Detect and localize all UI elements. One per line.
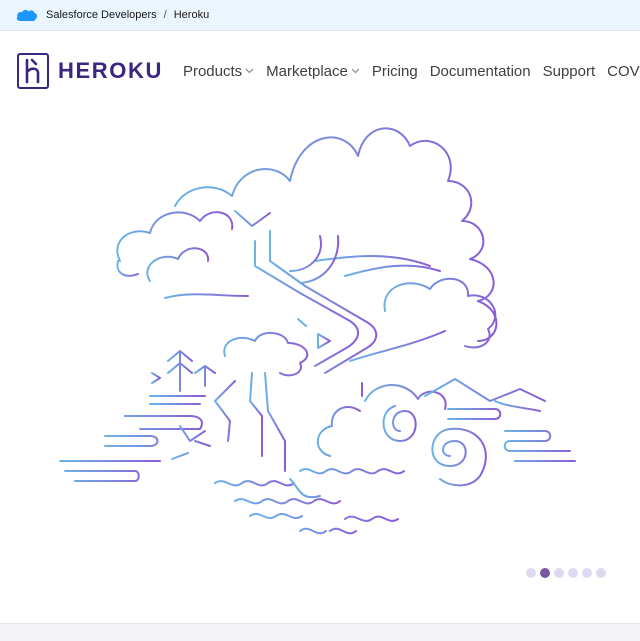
nav-item-products[interactable]: Products bbox=[183, 63, 254, 80]
carousel-dot[interactable] bbox=[554, 568, 564, 578]
breadcrumb-link[interactable]: Salesforce Developers bbox=[46, 9, 157, 21]
carousel-dot[interactable] bbox=[568, 568, 578, 578]
nav-item-documentation[interactable]: Documentation bbox=[430, 63, 531, 80]
breadcrumb-heroku[interactable]: Heroku bbox=[174, 9, 209, 21]
carousel-dot[interactable] bbox=[526, 568, 536, 578]
nav-item-label: COVI bbox=[607, 62, 640, 80]
nav-item-support[interactable]: Support bbox=[543, 63, 596, 80]
nav-item-label: Support bbox=[542, 62, 596, 80]
carousel-dot[interactable] bbox=[582, 568, 592, 578]
carousel-pagination bbox=[526, 568, 610, 578]
nav-item-covid[interactable]: COVI bbox=[607, 63, 640, 80]
nav-item-label: Products bbox=[182, 62, 243, 80]
breadcrumb-link[interactable]: Heroku bbox=[174, 9, 209, 21]
chevron-down-icon bbox=[351, 68, 360, 74]
nav-menu: Products Marketplace Pricing Documentati… bbox=[183, 63, 640, 80]
chevron-down-icon bbox=[245, 68, 254, 74]
nav-item-pricing[interactable]: Pricing bbox=[372, 63, 418, 80]
main-navigation: HEROKU Products Marketplace Pricing Docu… bbox=[0, 31, 640, 111]
nav-item-label: Documentation bbox=[429, 62, 531, 80]
nav-item-label: Marketplace bbox=[266, 62, 348, 80]
carousel-dot[interactable] bbox=[596, 568, 606, 578]
breadcrumb-salesforce-developers[interactable]: Salesforce Developers bbox=[46, 9, 157, 21]
heroku-h-icon bbox=[17, 53, 49, 89]
carousel-dot[interactable] bbox=[540, 568, 550, 578]
logo-text: HEROKU bbox=[58, 58, 163, 83]
page-footer-strip bbox=[0, 623, 640, 641]
hero-tree-illustration bbox=[29, 127, 601, 535]
salesforce-developers-bar: Salesforce Developers / Heroku bbox=[0, 0, 640, 31]
breadcrumb-separator: / bbox=[163, 9, 167, 21]
heroku-logo[interactable]: HEROKU bbox=[17, 53, 163, 89]
nav-item-label: Pricing bbox=[371, 62, 418, 80]
nav-item-marketplace[interactable]: Marketplace bbox=[266, 63, 360, 80]
salesforce-cloud-icon bbox=[16, 9, 38, 21]
